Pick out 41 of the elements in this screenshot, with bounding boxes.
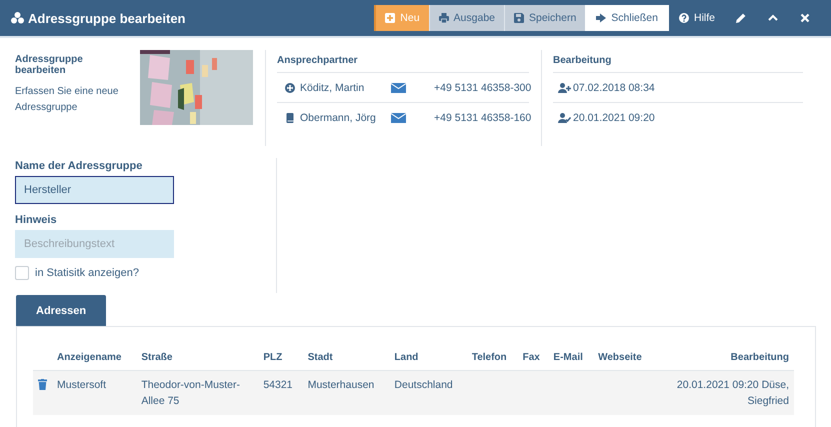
table-cell: Deutschland (389, 370, 467, 415)
timestamp: 20.01.2021 09:20 (573, 112, 655, 124)
phone-number: +49 5131 46358-300 (434, 82, 532, 94)
plus-icon (385, 13, 396, 23)
help-button[interactable]: Hilfe (668, 5, 725, 31)
save-button[interactable]: Speichern (504, 5, 586, 31)
window-title: Adressgruppe bearbeiten (28, 10, 186, 26)
contact-name: Obermann, Jörg (300, 112, 376, 124)
name-field[interactable]: Hersteller (15, 176, 174, 204)
field-label: Hinweis (15, 213, 58, 228)
checkbox[interactable] (15, 266, 29, 280)
note-field[interactable]: Beschreibungstext (15, 230, 174, 258)
printer-icon (438, 13, 449, 23)
section-title: Bearbeitung (553, 50, 803, 73)
table-cell: 54321 (258, 370, 303, 415)
floppy-icon (514, 13, 524, 23)
checkbox-label: in Statisitk anzeigen? (35, 267, 139, 279)
print-button[interactable]: Ausgabe (428, 5, 504, 31)
description: Erfassen Sie eine neue Adressgruppe (15, 85, 120, 115)
user-check-icon (558, 112, 571, 122)
trash-icon[interactable] (38, 379, 47, 390)
group-icon (11, 12, 24, 24)
help-icon (678, 13, 689, 23)
user-plus-icon (558, 82, 571, 92)
timestamp: 07.02.2018 08:34 (573, 82, 655, 94)
table-cell: Mustersoft (52, 370, 136, 415)
sign-out-icon (596, 13, 606, 23)
field-label: Name der Adressgruppe (15, 159, 144, 174)
table-cell: 20.01.2021 09:20 Düse, Siegfried (654, 370, 794, 415)
tab[interactable]: Adressen (16, 295, 106, 326)
close-button[interactable]: Schließen (585, 5, 669, 31)
table-cell: Theodor-von-Muster-Allee 75 (136, 370, 258, 415)
lifebuoy-icon (285, 82, 295, 92)
book-icon (285, 112, 295, 122)
phone-number: +49 5131 46358-160 (434, 112, 532, 124)
section-title: Ansprechpartner (277, 50, 529, 73)
section-title: Adressgruppe bearbeiten (15, 54, 84, 76)
contact-name: Köditz, Martin (300, 82, 364, 94)
table-cell: Musterhausen (302, 370, 390, 415)
envelope-icon[interactable] (391, 112, 406, 122)
envelope-icon[interactable] (391, 82, 406, 92)
